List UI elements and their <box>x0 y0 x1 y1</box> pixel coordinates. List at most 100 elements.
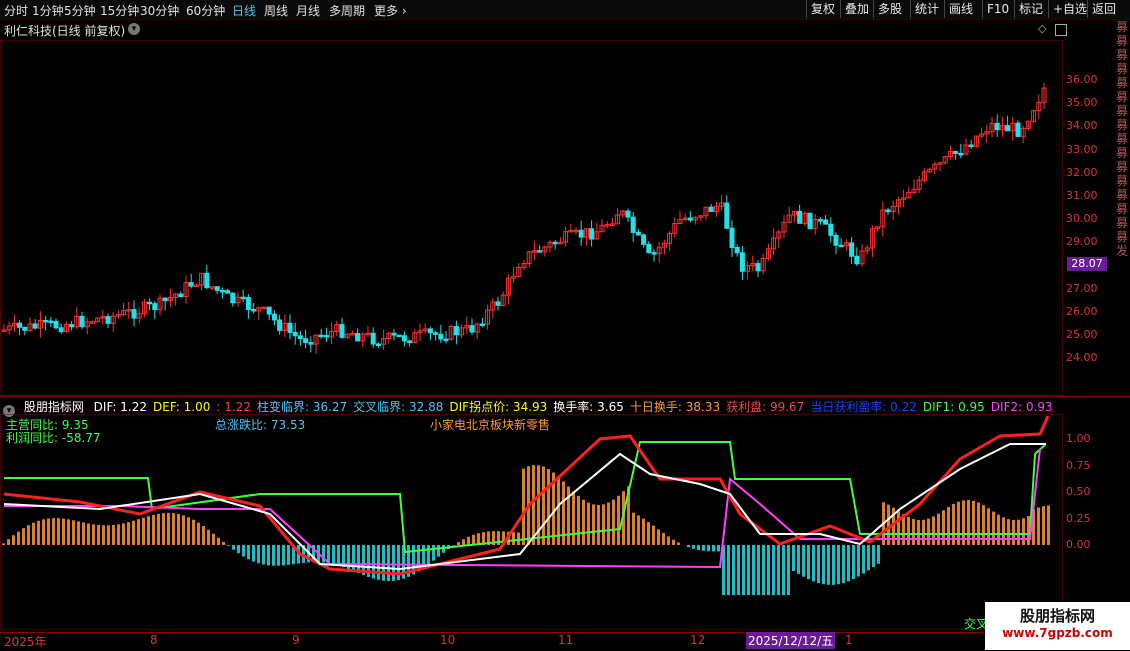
period-tab-1[interactable]: 1分钟 <box>32 2 64 19</box>
histogram-bar <box>757 545 760 595</box>
histogram-bar <box>337 545 340 566</box>
period-tab-0[interactable]: 分时 <box>4 2 28 19</box>
candle <box>860 244 864 266</box>
indicator-value: DIF1: 0.95 <box>923 400 985 414</box>
period-tab-4[interactable]: 30分钟 <box>140 2 179 19</box>
window-toggle-icon[interactable] <box>1055 24 1067 36</box>
histogram-bar <box>152 515 155 545</box>
candle <box>558 237 562 244</box>
histogram-bar <box>617 496 620 545</box>
histogram-bar <box>817 545 820 583</box>
candle <box>236 292 240 306</box>
candle <box>855 247 859 266</box>
tool-button-3[interactable]: 统计 <box>910 0 943 18</box>
candle <box>96 317 100 322</box>
histogram-bar <box>87 523 90 545</box>
chevron-down-icon[interactable]: ▾ <box>128 23 140 35</box>
histogram-bar <box>672 540 675 545</box>
histogram-bar <box>932 516 935 545</box>
indicator-chart[interactable] <box>0 414 1063 630</box>
histogram-bar <box>132 521 135 545</box>
period-tab-5[interactable]: 60分钟 <box>186 2 225 19</box>
tool-button-0[interactable]: 复权 <box>806 0 839 18</box>
histogram-bar <box>642 519 645 545</box>
histogram-bar <box>32 523 35 545</box>
candle <box>844 240 848 251</box>
histogram-bar <box>1007 519 1010 545</box>
tool-button-1[interactable]: 叠加 <box>840 0 873 18</box>
period-tab-9[interactable]: 多周期 <box>329 2 365 19</box>
selected-date: 2025/12/12/五 <box>746 632 835 649</box>
indicator-tick: 0.50 <box>1066 485 1091 498</box>
candle <box>688 211 692 222</box>
candle <box>1042 83 1046 109</box>
diamond-icon[interactable]: ◇ <box>1038 22 1046 35</box>
candle <box>241 290 245 302</box>
candle <box>808 213 812 229</box>
candle <box>418 323 422 341</box>
candle <box>631 212 635 242</box>
histogram-bar <box>832 545 835 585</box>
histogram-bar <box>457 542 460 545</box>
histogram-bar <box>862 545 865 574</box>
tool-button-2[interactable]: 多股 <box>873 0 906 18</box>
histogram-bar <box>827 545 830 585</box>
candle <box>720 195 724 210</box>
indicator-tick: 1.00 <box>1066 432 1091 445</box>
period-tab-7[interactable]: 周线 <box>264 2 288 19</box>
candle <box>891 201 895 220</box>
histogram-bar <box>142 518 145 545</box>
tool-button-8[interactable]: 返回 <box>1087 0 1120 18</box>
price-tick: 26.00 <box>1066 305 1098 318</box>
histogram-bar <box>182 515 185 545</box>
period-tab-3[interactable]: 15分钟 <box>100 2 139 19</box>
tool-button-5[interactable]: F10 <box>982 0 1013 18</box>
candle <box>23 327 27 336</box>
histogram-bar <box>277 545 280 566</box>
histogram-bar <box>427 545 430 564</box>
histogram-bar <box>1037 508 1040 545</box>
price-tick: 34.00 <box>1066 119 1098 132</box>
histogram-bar <box>252 545 255 561</box>
candle <box>584 229 588 246</box>
histogram-bar <box>242 545 245 556</box>
tool-button-4[interactable]: 画线 <box>944 0 977 18</box>
period-tab-10[interactable]: 更多 › <box>374 2 407 19</box>
period-tab-2[interactable]: 5分钟 <box>64 2 96 19</box>
candle <box>699 215 703 221</box>
histogram-bar <box>607 503 610 545</box>
histogram-bar <box>122 523 125 545</box>
candle <box>215 286 219 294</box>
indicator-name[interactable]: 股朋指标网 <box>24 400 84 414</box>
date-label: 10 <box>440 633 455 647</box>
tool-button-7[interactable]: +自选 <box>1048 0 1091 18</box>
candle <box>881 202 885 237</box>
candle <box>662 240 666 255</box>
candle <box>366 326 370 337</box>
watermark: 股朋指标网 www.7gpzb.com <box>985 602 1130 650</box>
candlestick-chart[interactable] <box>0 40 1063 396</box>
candle <box>475 323 479 339</box>
period-toolbar: 分时1分钟5分钟15分钟30分钟 60分钟日线周线月线多周期更多 › 复权叠加多股… <box>0 0 1130 20</box>
candle <box>49 317 53 327</box>
histogram-bar <box>697 545 700 550</box>
histogram-bar <box>192 520 195 545</box>
histogram-bar <box>112 525 115 545</box>
candle <box>397 335 401 337</box>
candle <box>740 246 744 280</box>
indicator-value: 柱变临界: 36.27 <box>257 400 347 414</box>
candle <box>538 245 542 252</box>
tool-button-6[interactable]: 标记 <box>1014 0 1047 18</box>
candle <box>777 230 781 248</box>
histogram-bar <box>472 535 475 545</box>
candle <box>896 197 900 215</box>
right-info-strip: 募募募募募募募募募募募募募募募募发 <box>1116 20 1130 396</box>
period-tab-6[interactable]: 日线 <box>232 2 256 19</box>
candle <box>756 260 760 277</box>
period-tab-8[interactable]: 月线 <box>296 2 320 19</box>
candle <box>865 245 869 255</box>
candle <box>465 316 469 334</box>
histogram-bar <box>1017 520 1020 545</box>
candle <box>985 125 989 143</box>
histogram-bar <box>667 536 670 545</box>
